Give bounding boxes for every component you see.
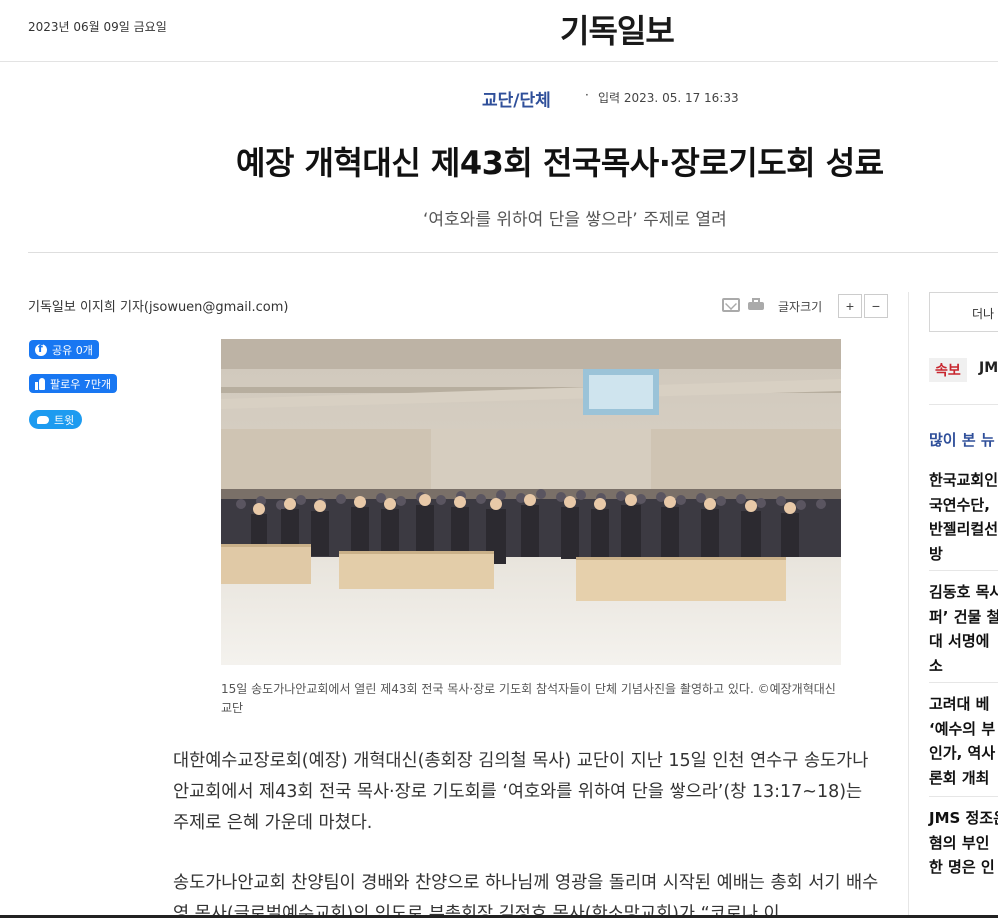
facebook-share-button[interactable]: 공유 0개 bbox=[29, 340, 99, 359]
breaking-news-link[interactable]: JMS bbox=[979, 360, 998, 376]
article-headline: 예장 개혁대신 제43회 전국목사·장로기도회 성료 bbox=[236, 144, 884, 182]
tweet-label: 트윗 bbox=[54, 413, 75, 427]
email-icon[interactable] bbox=[722, 298, 740, 312]
thumbs-up-icon bbox=[35, 377, 45, 390]
today-date: 2023년 06월 09일 금요일 bbox=[28, 20, 167, 34]
section-category-link[interactable]: 교단/단체 bbox=[482, 86, 551, 111]
article-subheadline: ‘여호와를 위하여 단을 쌓으라’ 주제로 열려 bbox=[423, 210, 727, 230]
twitter-bird-icon bbox=[37, 414, 49, 426]
popular-news-item-2[interactable]: 김동호 목사 퍼’ 건물 철 대 서명에 소 bbox=[929, 580, 998, 678]
sidebar-divider-4 bbox=[929, 796, 998, 797]
breaking-news-label: 속보 bbox=[929, 358, 967, 382]
font-decrease-button[interactable]: − bbox=[864, 294, 888, 318]
sidebar-divider-1 bbox=[929, 404, 998, 405]
tweet-button[interactable]: 트윗 bbox=[29, 410, 83, 429]
site-logo[interactable]: 기독일보 bbox=[560, 6, 675, 52]
font-increase-button[interactable]: + bbox=[838, 294, 862, 318]
author-byline: 기독일보 이지희 기자(jsowuen@gmail.com) bbox=[28, 300, 289, 315]
article-paragraph-2: 송도가나안교회 찬양팀이 경배와 찬양으로 하나님께 영광을 돌리며 시작된 예… bbox=[173, 873, 879, 918]
article-paragraph-1: 대한예수교장로회(예장) 개혁대신(총회장 김의철 목사) 교단이 지난 15일… bbox=[173, 751, 869, 833]
sidebar-divider-3 bbox=[929, 682, 998, 683]
font-size-label: 글자크기 bbox=[778, 300, 823, 314]
top-bar: 2023년 06월 09일 금요일 기독일보 bbox=[0, 0, 998, 62]
popular-news-item-1[interactable]: 한국교회인 국연수단, 반젤리컬선 방 bbox=[929, 468, 998, 566]
sidebar-more-button[interactable]: 더나 bbox=[929, 292, 998, 332]
sidebar-divider bbox=[908, 292, 909, 918]
separator-dot: · bbox=[585, 88, 589, 102]
sidebar-divider-2 bbox=[929, 570, 998, 571]
published-date: 입력 2023. 05. 17 16:33 bbox=[598, 91, 739, 105]
popular-news-title: 많이 본 뉴 bbox=[929, 431, 995, 449]
facebook-icon bbox=[35, 342, 47, 356]
popular-news-item-4[interactable]: JMS 정조은 혐의 부인 한 명은 인 bbox=[929, 806, 998, 880]
popular-news-item-3[interactable]: 고려대 베 ‘예수의 부 인가, 역사 론회 개최 bbox=[929, 692, 998, 790]
print-icon[interactable] bbox=[748, 298, 766, 312]
article-photo bbox=[221, 339, 841, 665]
header-divider bbox=[28, 252, 998, 253]
facebook-follow-button[interactable]: 팔로우 7만개 bbox=[29, 374, 118, 393]
photo-caption: 15일 송도가나안교회에서 열린 제43회 전국 목사·장로 기도회 참석자들이… bbox=[221, 682, 836, 715]
facebook-share-label: 공유 0개 bbox=[52, 343, 93, 357]
facebook-follow-label: 팔로우 7만개 bbox=[50, 377, 112, 391]
